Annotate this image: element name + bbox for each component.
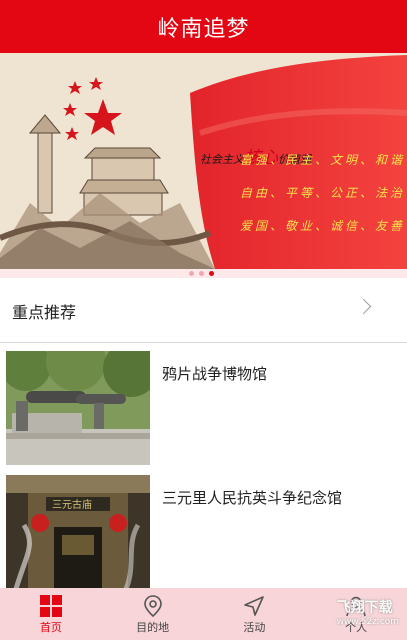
- pager-dot[interactable]: [199, 271, 204, 276]
- item-title: 鸦片战争博物馆: [162, 365, 268, 383]
- tab-home[interactable]: 首页: [0, 588, 102, 640]
- app-header: 岭南追梦: [0, 0, 407, 53]
- chevron-right-icon[interactable]: [355, 298, 372, 315]
- home-grid-icon: [39, 595, 62, 617]
- banner-slogan-line: 富强、民主、文明、和谐: [240, 153, 406, 167]
- banner-slogan-line: 爱国、敬业、诚信、友善: [240, 219, 406, 233]
- recommended-section-header[interactable]: 重点推荐: [0, 280, 407, 343]
- section-title: 重点推荐: [12, 303, 77, 322]
- tab-label: 首页: [39, 621, 62, 634]
- page-title: 岭南追梦: [157, 16, 250, 42]
- watermark-logo: 飞翔下载 www.52z.com: [336, 600, 399, 627]
- banner-carousel[interactable]: 社会主义核心价值观 富强、民主、文明、和谐 自由、平等、公正、法治 爱国、敬业、…: [0, 53, 407, 269]
- item-thumbnail: [6, 351, 150, 465]
- banner-slogan-line: 自由、平等、公正、法治: [240, 186, 406, 200]
- tab-label: 活动: [243, 621, 266, 634]
- item-title: 三元里人民抗英斗争纪念馆: [162, 489, 343, 507]
- tab-destination[interactable]: 目的地: [102, 588, 204, 640]
- navigation-arrow-icon: [244, 596, 265, 616]
- tab-activity[interactable]: 活动: [204, 588, 306, 640]
- svg-text:三元古庙: 三元古庙: [52, 498, 92, 511]
- list-item[interactable]: 鸦片战争博物馆: [0, 345, 407, 470]
- tab-label: 目的地: [136, 621, 170, 634]
- location-pin-icon: [143, 595, 162, 618]
- item-thumbnail: 三元古庙: [6, 475, 150, 589]
- list-item[interactable]: 三元古庙 三元里人民抗英斗争纪念馆: [0, 469, 407, 594]
- carousel-pager: [0, 269, 407, 278]
- pager-dot[interactable]: [189, 271, 194, 276]
- pager-dot-active[interactable]: [209, 271, 214, 276]
